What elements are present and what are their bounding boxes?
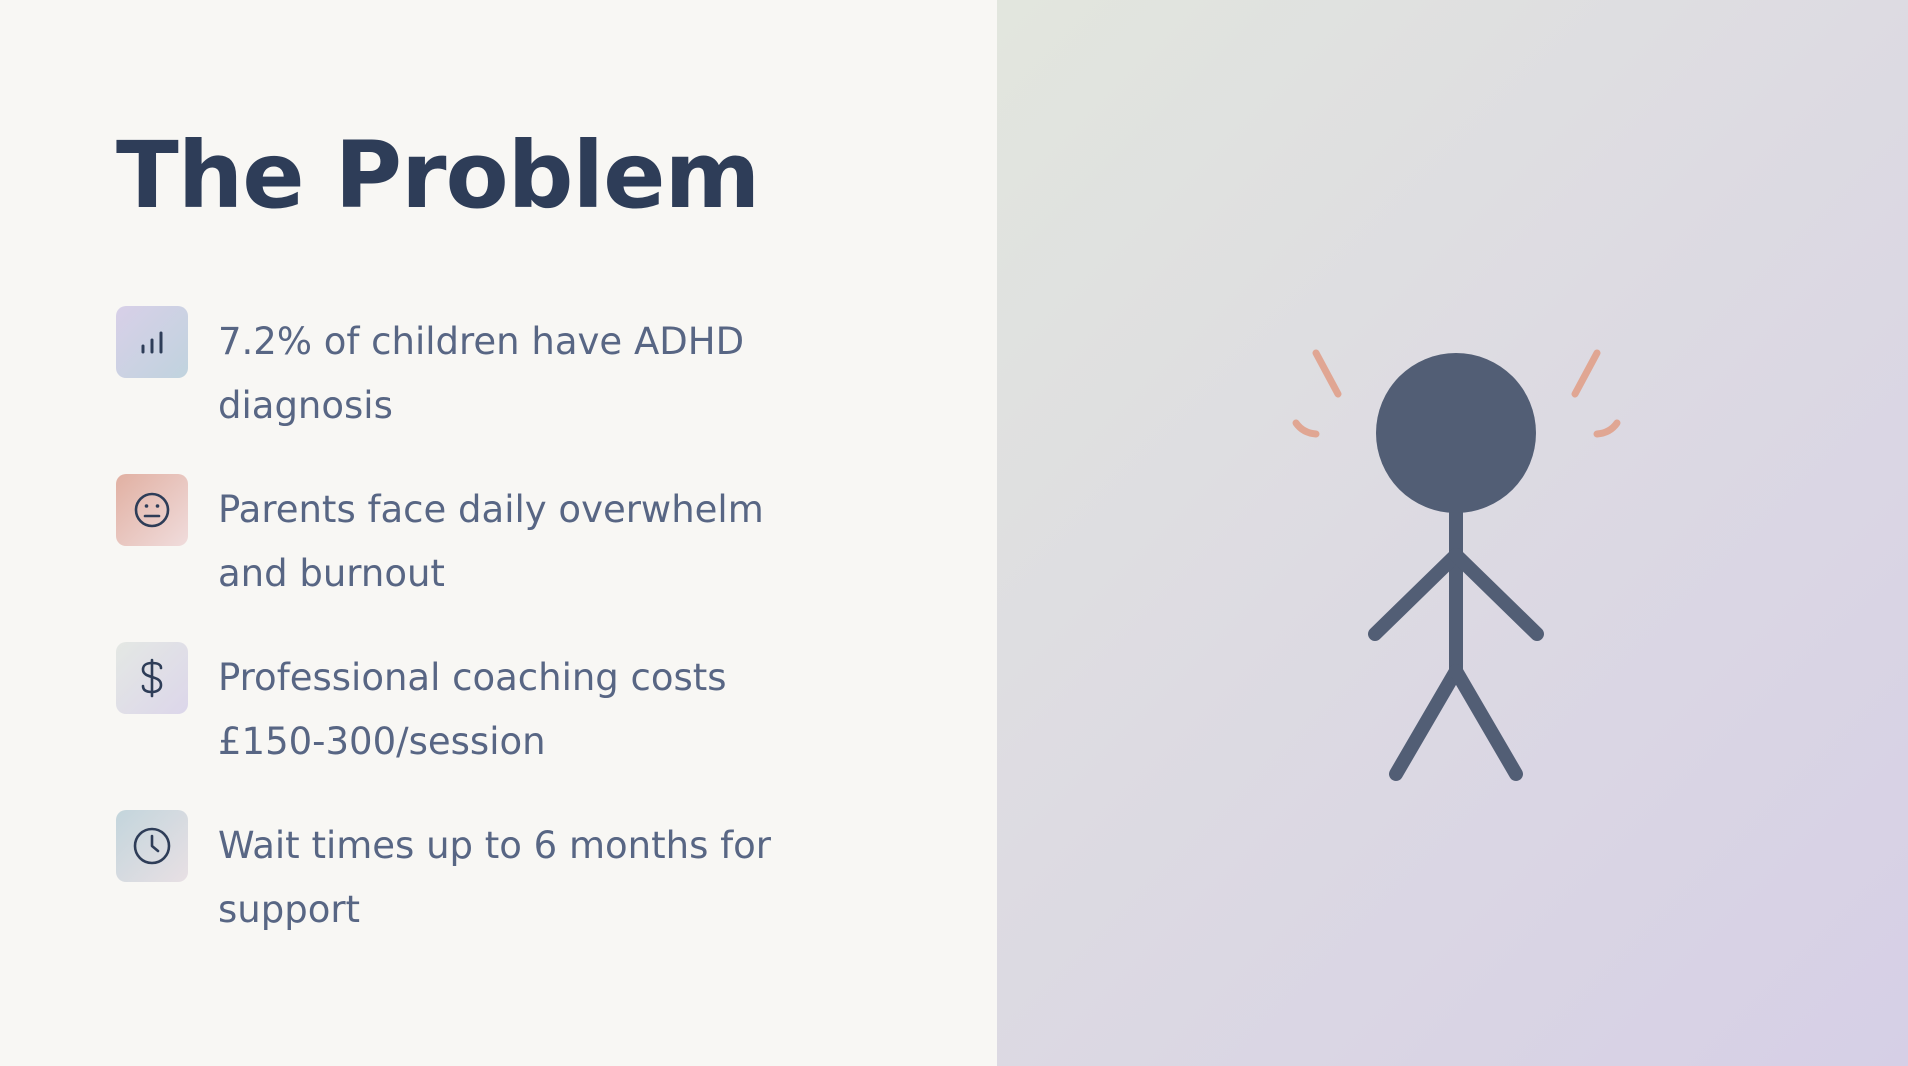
stick-figure-body — [1368, 505, 1544, 781]
stressed-stick-figure-icon — [1292, 349, 1621, 781]
list-item-text: Wait times up to 6 months for support — [218, 824, 771, 931]
bar-chart-icon — [116, 306, 188, 378]
clock-icon — [116, 810, 188, 882]
problem-list: 7.2% of children have ADHD diagnosis Par… — [116, 306, 836, 978]
list-item-text: 7.2% of children have ADHD diagnosis — [218, 320, 745, 427]
list-item: 7.2% of children have ADHD diagnosis — [116, 306, 836, 474]
content-panel: The Problem 7.2% of children have ADHD d… — [0, 0, 997, 1066]
list-item-text: Professional coaching costs £150-300/ses… — [218, 656, 727, 763]
list-item: Parents face daily overwhelm and burnout — [116, 474, 836, 642]
dollar-icon — [116, 642, 188, 714]
list-item: Wait times up to 6 months for support — [116, 810, 836, 978]
list-item: Professional coaching costs £150-300/ses… — [116, 642, 836, 810]
neutral-face-icon — [116, 474, 188, 546]
stick-figure-head — [1376, 353, 1536, 513]
slide: The Problem 7.2% of children have ADHD d… — [0, 0, 1908, 1066]
illustration-panel — [997, 0, 1908, 1066]
list-item-text: Parents face daily overwhelm and burnout — [218, 488, 764, 595]
page-title: The Problem — [116, 122, 760, 229]
